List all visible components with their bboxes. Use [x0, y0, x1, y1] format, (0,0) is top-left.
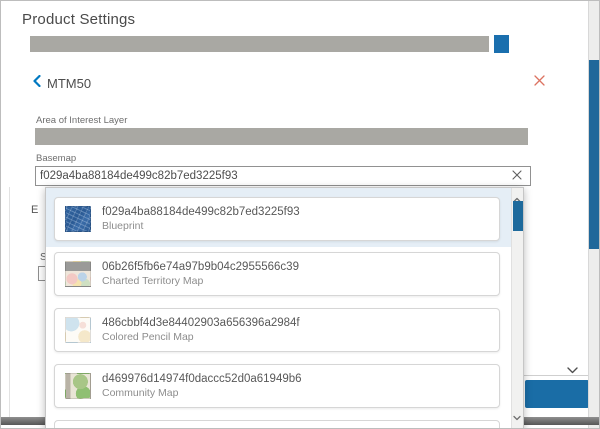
progress-handle [494, 35, 509, 53]
basemap-item-id: 486cbbf4d3e84402903a656396a2984f [102, 316, 300, 330]
aoi-layer-field[interactable] [35, 128, 528, 145]
basemap-item-name: Community Map [102, 387, 302, 400]
basemap-item[interactable]: f029a4ba88184de499c82b7ed3225f93 Bluepri… [54, 197, 500, 241]
close-icon [534, 73, 545, 91]
basemap-item[interactable]: d469976d14974f0daccc52d0a61949b6 Communi… [54, 364, 500, 408]
progress-bar [30, 36, 489, 52]
basemap-item[interactable]: 486cbbf4d3e84402903a656396a2984f Colored… [54, 308, 500, 352]
clear-input-button[interactable] [509, 168, 525, 184]
basemap-item-id: 06b26f5fb6e74a97b9b04c2955566c39 [102, 260, 299, 274]
basemap-thumbnail-icon [65, 317, 91, 343]
back-label: MTM50 [47, 76, 91, 91]
primary-action-button[interactable] [525, 380, 589, 408]
basemap-item-partial[interactable] [54, 420, 500, 429]
scroll-down-icon[interactable] [513, 408, 521, 426]
close-button[interactable] [529, 72, 549, 92]
basemap-thumbnail-icon [65, 373, 91, 399]
flyout-left-edge [9, 187, 10, 417]
basemap-thumbnail-icon [65, 261, 91, 287]
basemap-thumbnail-icon [65, 206, 91, 232]
page-title: Product Settings [22, 11, 135, 28]
basemap-item-name: Colored Pencil Map [102, 331, 300, 344]
panel-scroll-down-icon[interactable] [567, 361, 578, 379]
basemap-dropdown: f029a4ba88184de499c82b7ed3225f93 Bluepri… [45, 187, 524, 429]
basemap-input[interactable] [35, 166, 531, 186]
basemap-label: Basemap [36, 153, 76, 164]
product-settings-panel: Product Settings MTM50 Area of Interest … [0, 0, 600, 429]
back-button[interactable]: MTM50 [33, 74, 91, 92]
basemap-item-id: d469976d14974f0daccc52d0a61949b6 [102, 372, 302, 386]
dropdown-scrollbar-thumb[interactable] [513, 201, 523, 231]
clear-icon [512, 167, 522, 185]
footer-divider [524, 375, 590, 376]
basemap-item-id: f029a4ba88184de499c82b7ed3225f93 [102, 205, 300, 219]
aoi-layer-label: Area of Interest Layer [36, 115, 127, 126]
back-chevron-icon [33, 74, 41, 92]
basemap-item-name: Charted Territory Map [102, 275, 299, 288]
page-scrollbar-thumb[interactable] [589, 60, 600, 249]
hidden-field-label-e: E [31, 204, 38, 216]
dropdown-scrollbar-track[interactable] [511, 188, 523, 429]
basemap-item-name: Blueprint [102, 220, 300, 233]
basemap-item[interactable]: 06b26f5fb6e74a97b9b04c2955566c39 Charted… [54, 252, 500, 296]
